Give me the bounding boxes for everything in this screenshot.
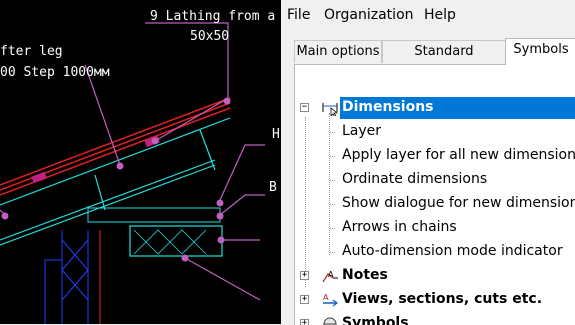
tree-connector	[329, 156, 335, 157]
tab-bar: Main options Standard elements Symbols	[281, 38, 575, 81]
insulation-hatch	[133, 229, 207, 255]
batten-1	[31, 171, 47, 184]
tree-item-notes[interactable]: + A Notes	[295, 265, 575, 287]
annotation-h: H	[272, 127, 280, 142]
expand-toggle[interactable]: +	[300, 319, 309, 325]
expand-toggle[interactable]: +	[300, 295, 309, 304]
tab-symbols[interactable]: Symbols	[505, 38, 575, 65]
cad-drawing: 9 Lathing from a bar 50x50 fter leg 00 S…	[0, 9, 281, 324]
rafter-cut-cyan	[94, 174, 106, 211]
views-icon: A	[323, 293, 338, 307]
tree-label-apply-layer: Apply layer for all new dimensions	[342, 147, 575, 163]
tree-label-dimensions: Dimensions	[342, 99, 434, 115]
tree-item-layer[interactable]: Layer	[295, 121, 575, 143]
menu-bar: File Organization Help	[281, 0, 575, 32]
collapse-toggle[interactable]: −	[300, 103, 309, 112]
menu-help[interactable]: Help	[424, 7, 456, 23]
tree-item-show-dialogue[interactable]: Show dialogue for new dimensions	[295, 193, 575, 215]
menu-organization[interactable]: Organization	[324, 7, 414, 23]
insulation-block	[129, 225, 223, 257]
menu-file[interactable]: File	[287, 7, 310, 23]
expand-toggle[interactable]: +	[300, 271, 309, 280]
tree-item-ordinate-dimensions[interactable]: Ordinate dimensions	[295, 169, 575, 191]
tree-label-auto-dimension: Auto-dimension mode indicator	[342, 243, 563, 259]
annotation-rafter-leg: fter leg	[0, 44, 63, 59]
tab-standard-elements[interactable]: Standard elements	[382, 40, 506, 81]
tree-label-views: Views, sections, cuts etc.	[342, 291, 543, 307]
tree-label-show-dialogue: Show dialogue for new dimensions	[342, 195, 575, 211]
tree-label-arrows-in-chains: Arrows in chains	[342, 219, 457, 235]
tree-item-views[interactable]: + A Views, sections, cuts etc.	[295, 289, 575, 311]
dimension-icon	[322, 103, 338, 116]
tree-label-layer: Layer	[342, 123, 382, 139]
svg-text:A: A	[328, 270, 334, 279]
tree-item-auto-dimension[interactable]: Auto-dimension mode indicator	[295, 241, 575, 263]
cad-drawing-viewport[interactable]: 9 Lathing from a bar 50x50 fter leg 00 S…	[0, 0, 281, 324]
tree-label-ordinate-dimensions: Ordinate dimensions	[342, 171, 488, 187]
wall-plate	[87, 207, 221, 223]
tree-item-symbols[interactable]: + Symbols	[295, 313, 575, 325]
tree-connector	[329, 252, 335, 253]
wall-hatch	[44, 230, 89, 324]
annotation-b: B	[269, 180, 277, 195]
rafter-line-cyan-1	[0, 117, 231, 206]
annotation-rafter-step: 00 Step 1000мм	[0, 65, 110, 80]
notes-icon: A	[322, 270, 338, 283]
options-tree[interactable]: − Dimensions Layer Apply layer for all n…	[294, 64, 575, 325]
annotation-lathing-size: 50x50	[190, 29, 229, 44]
tab-main-options[interactable]: Main options	[294, 40, 382, 63]
tree-connector	[329, 204, 335, 205]
tree-connector	[329, 180, 335, 181]
svg-text:A: A	[323, 293, 329, 302]
tree-connector	[329, 228, 335, 229]
tree-item-apply-layer[interactable]: Apply layer for all new dimensions	[295, 145, 575, 167]
rafter-end-cyan	[199, 129, 216, 171]
tree-label-notes: Notes	[342, 267, 388, 283]
tree-connector	[329, 132, 335, 133]
annotation-lathing: 9 Lathing from a bar	[150, 9, 281, 24]
tree-item-dimensions[interactable]: − Dimensions	[295, 97, 575, 119]
tree-item-arrows-in-chains[interactable]: Arrows in chains	[295, 217, 575, 239]
settings-panel: File Organization Help Main options Stan…	[281, 0, 575, 325]
